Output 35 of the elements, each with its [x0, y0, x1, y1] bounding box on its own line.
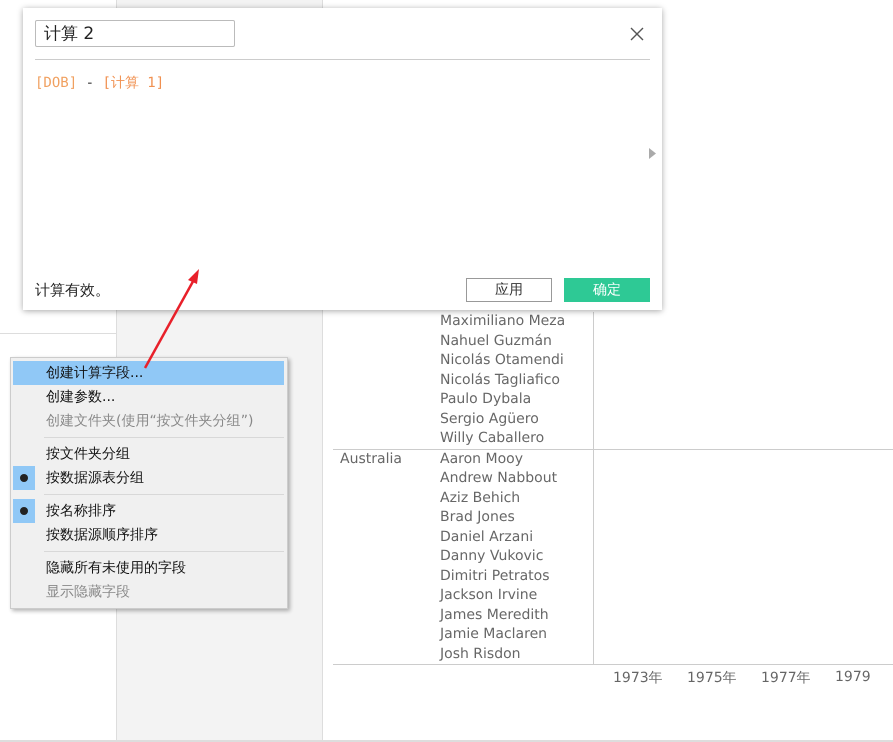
player-cell-text: Daniel Arzani — [440, 528, 534, 546]
player-cell-text: Jackson Irvine — [440, 586, 538, 605]
menu-item[interactable]: 创建计算字段... — [13, 361, 284, 385]
menu-item[interactable]: 创建参数... — [13, 385, 284, 409]
player-cell-text: Aziz Behich — [440, 488, 522, 508]
axis-label: 1979 — [835, 669, 872, 687]
apply-button[interactable]: 应用 — [466, 278, 552, 302]
player-cell-text: Nicolás Otamendi — [440, 351, 565, 370]
menu-item[interactable]: 按名称排序 — [13, 499, 284, 523]
close-icon[interactable] — [630, 26, 644, 40]
player-cell-text: Danny Vukovic — [440, 547, 544, 566]
axis-label: 1973年 — [613, 669, 664, 687]
player-cell-text: Nahuel Guzmán — [440, 332, 553, 350]
player-cell-text: Brad Jones — [440, 508, 516, 527]
formula-text[interactable]: [DOB] - [计算 1] — [35, 74, 650, 92]
name-field[interactable]: 计算 2 — [35, 20, 235, 47]
player-cell-text: Aaron Mooy — [440, 450, 524, 468]
axis-label: 1975年 — [687, 669, 738, 687]
axis-label: 1977年 — [761, 669, 812, 687]
menu-item[interactable]: 隐藏所有未使用的字段 — [13, 556, 284, 580]
player-cell-text: Jamie Maclaren — [440, 625, 548, 644]
player-cell-text: Willy Caballero — [440, 429, 546, 448]
country-cell-text: Australia — [339, 450, 403, 468]
player-cell-text: Paulo Dybala — [440, 390, 532, 409]
player-cell-text: Josh Risdon — [440, 644, 522, 664]
player-cell-text: Nicolás Tagliafico — [440, 370, 561, 390]
player-cell-text: James Meredith — [440, 606, 550, 624]
player-cell-text: Maximiliano Meza — [440, 312, 566, 331]
menu-item[interactable]: 按数据源表分组 — [13, 466, 284, 490]
player-cell-text: Sergio Agüero — [440, 410, 540, 428]
menu-item[interactable]: 按文件夹分组 — [13, 442, 284, 466]
player-cell-text: Andrew Nabbout — [440, 469, 558, 488]
menu-item[interactable]: 按数据源顺序排序 — [13, 523, 284, 547]
status-text: 计算有效。 — [35, 280, 111, 300]
player-cell-text: Dimitri Petratos — [440, 566, 551, 586]
